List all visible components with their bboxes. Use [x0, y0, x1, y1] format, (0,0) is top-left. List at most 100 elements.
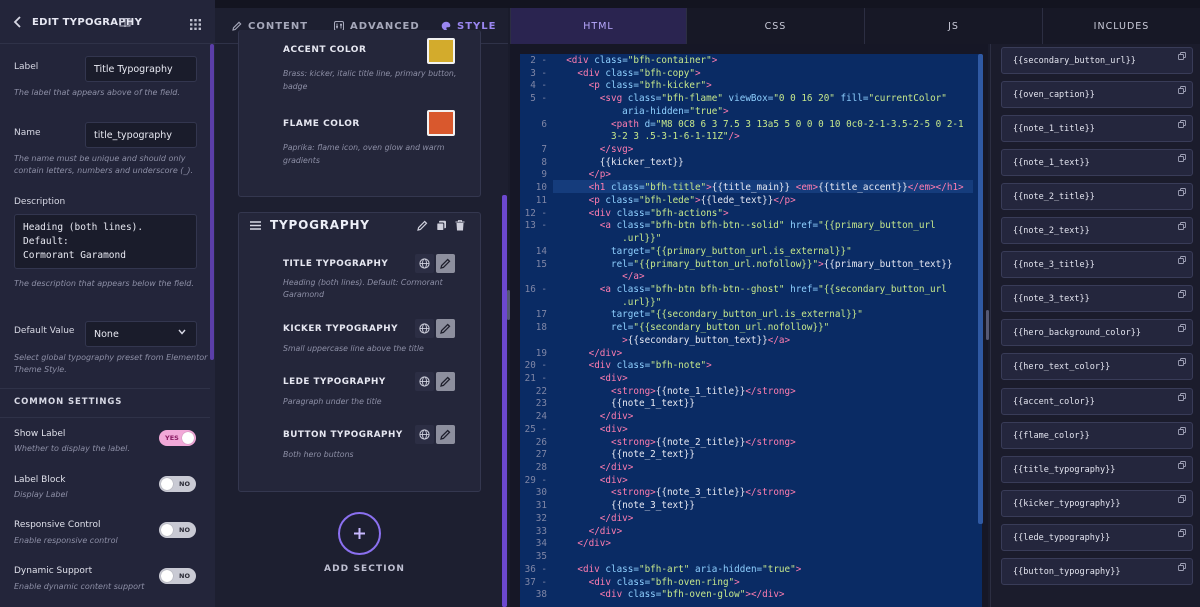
typography-section-title: TYPOGRAPHY	[270, 218, 370, 232]
code-line: <a class="bfh-btn bfh-btn--solid" href="…	[599, 220, 936, 232]
divider	[0, 417, 210, 418]
copy-icon[interactable]	[1178, 324, 1186, 333]
resize-handle[interactable]	[507, 290, 510, 320]
code-line: </div>	[599, 411, 634, 423]
copy-icon[interactable]	[1178, 494, 1186, 503]
include-variable[interactable]: {{title_typography}}	[1001, 455, 1193, 483]
copy-icon[interactable]	[1178, 460, 1186, 469]
include-variable[interactable]: {{note_2_text}}	[1001, 217, 1193, 245]
include-variable[interactable]: {{note_1_text}}	[1001, 149, 1193, 177]
duplicate-icon[interactable]	[436, 220, 447, 231]
include-variable[interactable]: {{secondary_button_url}}	[1001, 47, 1193, 74]
default-value-select[interactable]: None	[85, 321, 197, 347]
show-label-toggle[interactable]: YES	[159, 430, 196, 446]
include-variable[interactable]: {{hero_text_color}}	[1001, 353, 1193, 381]
tab-html[interactable]: HTML	[510, 8, 686, 44]
resize-handle[interactable]	[986, 310, 989, 340]
copy-icon[interactable]	[1178, 562, 1186, 571]
include-variable[interactable]: {{note_1_title}}	[1001, 115, 1193, 143]
copy-icon[interactable]	[1178, 358, 1186, 367]
drag-handle-icon[interactable]	[250, 221, 261, 230]
line-number: 26	[535, 436, 547, 448]
include-variable-label: {{note_1_text}}	[1013, 158, 1090, 169]
responsive-control-toggle[interactable]: NO	[159, 522, 196, 538]
default-value-help-line-2: Theme Style.	[14, 365, 67, 374]
copy-icon[interactable]	[1178, 256, 1186, 265]
description-textarea[interactable]: Heading (both lines). Default: Cormorant…	[14, 214, 197, 269]
copy-icon[interactable]	[1178, 426, 1186, 435]
include-variable[interactable]: {{flame_color}}	[1001, 421, 1193, 449]
tab-includes[interactable]: INCLUDES	[1042, 8, 1200, 44]
include-variable[interactable]: {{hero_background_color}}	[1001, 319, 1193, 347]
include-variable[interactable]: {{note_3_title}}	[1001, 251, 1193, 279]
panel-scrollbar[interactable]	[502, 195, 507, 607]
dynamic-support-toggle[interactable]: NO	[159, 568, 196, 584]
copy-icon[interactable]	[1178, 154, 1186, 163]
copy-icon[interactable]	[1178, 290, 1186, 299]
settings-scrollbar[interactable]	[210, 44, 214, 360]
line-number: 24	[535, 411, 547, 423]
docs-book-icon[interactable]	[119, 17, 131, 28]
divider	[0, 388, 210, 389]
include-variable-label: {{button_typography}}	[1013, 566, 1121, 577]
title-typography-edit-button[interactable]	[436, 254, 455, 273]
include-variable-label: {{hero_background_color}}	[1013, 328, 1141, 339]
line-number: 34	[535, 538, 547, 550]
toggle-state: NO	[179, 480, 190, 488]
accent-color-swatch[interactable]	[427, 38, 455, 64]
button-typography-global-button[interactable]	[415, 425, 434, 444]
code-line: </div>	[577, 538, 611, 550]
code-scrollbar[interactable]	[978, 54, 983, 524]
include-variable[interactable]: {{lede_typography}}	[1001, 523, 1193, 551]
include-variable[interactable]: {{note_3_text}}	[1001, 285, 1193, 313]
lede-typography-global-button[interactable]	[415, 372, 434, 391]
edit-pencil-icon[interactable]	[417, 220, 428, 231]
copy-icon[interactable]	[1178, 86, 1186, 94]
code-editor-tabs: HTML CSS JS INCLUDES	[510, 8, 1200, 44]
line-number: 29 -	[524, 474, 547, 486]
title-typography-global-button[interactable]	[415, 254, 434, 273]
line-number: 37 -	[524, 576, 547, 588]
add-section-label: ADD SECTION	[324, 564, 406, 574]
globe-icon	[419, 258, 430, 269]
flame-color-swatch[interactable]	[427, 110, 455, 136]
tab-js[interactable]: JS	[864, 8, 1042, 44]
include-variable[interactable]: {{accent_color}}	[1001, 387, 1193, 415]
include-variable-label: {{kicker_typography}}	[1013, 498, 1121, 509]
copy-icon[interactable]	[1178, 52, 1186, 60]
back-arrow-icon[interactable]	[13, 16, 22, 28]
copy-icon[interactable]	[1178, 528, 1186, 537]
add-section-button[interactable]	[338, 512, 381, 555]
copy-icon[interactable]	[1178, 188, 1186, 197]
code-line: .url}}"	[622, 233, 662, 245]
toggle-knob	[161, 570, 173, 582]
label-block-toggle[interactable]: NO	[159, 476, 196, 492]
kicker-typography-global-button[interactable]	[415, 319, 434, 338]
code-line: <div class="bfh-copy">	[577, 67, 701, 79]
trash-icon[interactable]	[455, 220, 465, 231]
include-variable[interactable]: {{note_2_title}}	[1001, 183, 1193, 211]
lede-typography-edit-button[interactable]	[436, 372, 455, 391]
copy-icon[interactable]	[1178, 120, 1186, 129]
tab-css[interactable]: CSS	[686, 8, 864, 44]
copy-icon[interactable]	[1178, 222, 1186, 231]
label-input[interactable]: Title Typography	[85, 56, 197, 82]
button-typography-edit-button[interactable]	[436, 425, 455, 444]
code-line: <div class="bfh-container">	[566, 55, 718, 66]
dynamic-support-label: Dynamic Support	[14, 566, 93, 576]
include-variable[interactable]: {{oven_caption}}	[1001, 81, 1193, 109]
code-line: {{note_2_text}}	[610, 449, 695, 461]
copy-icon[interactable]	[1178, 392, 1186, 401]
line-number: 19	[535, 347, 547, 359]
name-input[interactable]: title_typography	[85, 122, 197, 148]
lede-typography-help: Paragraph under the title	[283, 397, 382, 406]
kicker-typography-edit-button[interactable]	[436, 319, 455, 338]
grid-menu-icon[interactable]	[190, 19, 201, 30]
include-variable-label: {{note_3_title}}	[1013, 260, 1095, 271]
line-number: 5 -	[530, 93, 547, 105]
line-number: 30	[535, 487, 547, 499]
include-variable[interactable]: {{kicker_typography}}	[1001, 489, 1193, 517]
code-line: <p class="bfh-lede">{{lede_text}}</p>	[588, 194, 796, 206]
line-number: 10	[535, 182, 547, 194]
include-variable[interactable]: {{button_typography}}	[1001, 557, 1193, 585]
